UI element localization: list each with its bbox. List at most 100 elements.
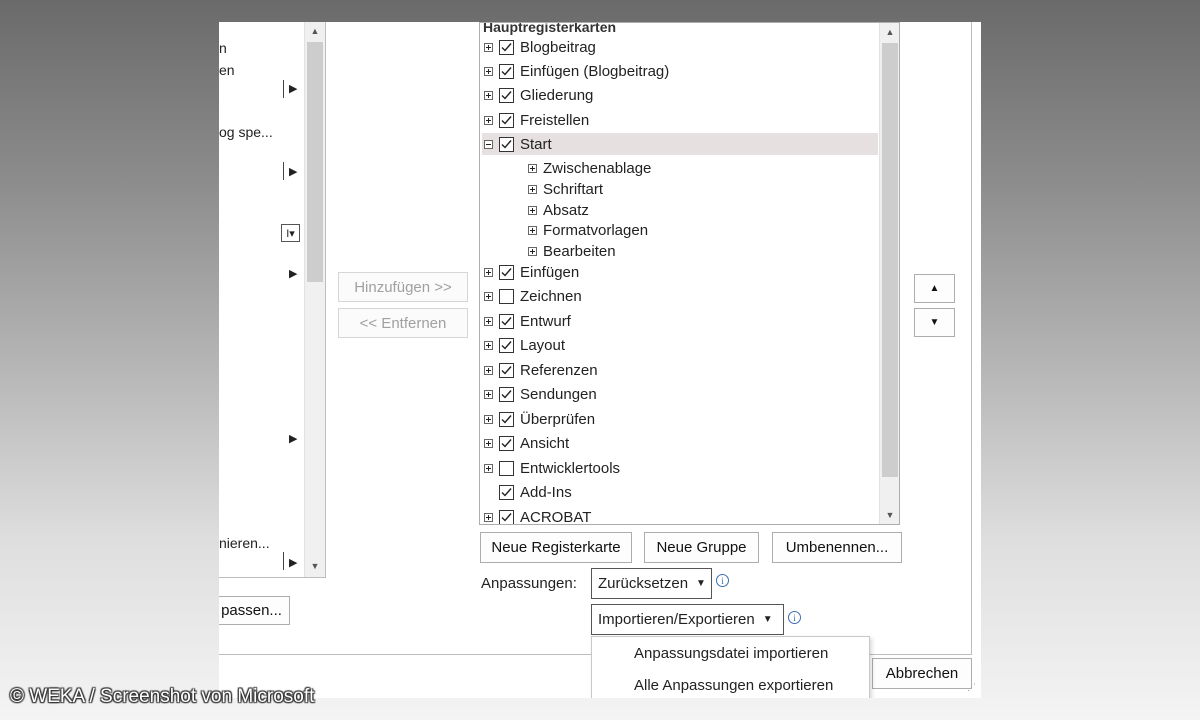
tree-row-label: Sendungen	[520, 385, 597, 403]
tree-subgroup-row[interactable]: Zwischenablage	[528, 158, 651, 178]
tab-checkbox[interactable]	[499, 87, 514, 103]
new-group-button[interactable]: Neue Gruppe	[644, 532, 759, 563]
expand-icon[interactable]	[484, 115, 493, 125]
text-cursor-dropdown-icon[interactable]: I▾	[281, 224, 300, 242]
expand-icon[interactable]	[484, 512, 493, 522]
left-list-item[interactable]: og spe...	[219, 124, 273, 140]
left-scrollbar[interactable]: ▲ ▼	[304, 22, 325, 577]
expand-icon[interactable]	[484, 316, 493, 326]
tree-row-label: Formatvorlagen	[543, 221, 649, 239]
tree-tab-row[interactable]: Entwicklertools	[484, 457, 620, 479]
tree-tab-row[interactable]: Referenzen	[484, 359, 598, 381]
menu-item-import[interactable]: Anpassungsdatei importieren	[634, 645, 828, 662]
left-list-item[interactable]: en	[219, 62, 235, 78]
scroll-thumb[interactable]	[882, 43, 898, 477]
cancel-button[interactable]: Abbrechen	[872, 658, 972, 689]
tab-checkbox[interactable]	[499, 435, 514, 451]
tree-subgroup-row[interactable]: Bearbeiten	[528, 241, 616, 261]
expand-icon[interactable]	[528, 163, 537, 173]
tree-subgroup-row[interactable]: Formatvorlagen	[528, 220, 648, 240]
info-icon[interactable]: i	[716, 574, 729, 587]
tab-checkbox[interactable]	[499, 39, 514, 55]
tree-tab-row[interactable]: Sendungen	[484, 383, 597, 405]
tree-scrollbar[interactable]: ▲ ▼	[879, 23, 899, 524]
expand-icon[interactable]	[484, 389, 493, 399]
new-tab-button[interactable]: Neue Registerkarte	[480, 532, 632, 563]
expand-icon[interactable]	[484, 414, 493, 424]
collapse-icon[interactable]	[484, 139, 493, 149]
tab-checkbox[interactable]	[499, 337, 514, 353]
tree-tab-row[interactable]: Einfügen	[484, 261, 579, 283]
expand-icon[interactable]	[484, 267, 493, 277]
tab-checkbox[interactable]	[499, 484, 514, 500]
expand-icon[interactable]	[484, 365, 493, 375]
list-right-border	[325, 22, 326, 578]
info-icon[interactable]: i	[788, 611, 801, 624]
tab-checkbox[interactable]	[499, 411, 514, 427]
expand-icon[interactable]	[484, 340, 493, 350]
expand-icon[interactable]	[528, 184, 537, 194]
left-list-item[interactable]: nieren...	[219, 535, 270, 551]
move-up-button[interactable]: ▲	[914, 274, 955, 303]
expand-icon[interactable]	[528, 225, 537, 235]
expand-icon[interactable]	[484, 291, 493, 301]
tree-subgroup-row[interactable]: Absatz	[528, 200, 589, 220]
tab-checkbox[interactable]	[499, 63, 514, 79]
tab-checkbox[interactable]	[499, 460, 514, 476]
tree-tab-row[interactable]: Ansicht	[484, 432, 569, 454]
expand-icon[interactable]	[484, 463, 493, 473]
expand-icon[interactable]	[528, 246, 537, 256]
tab-checkbox[interactable]	[499, 509, 514, 524]
tree-tab-row[interactable]: Freistellen	[484, 109, 589, 131]
submenu-arrow-icon: ▶	[289, 557, 298, 569]
resize-grip-icon[interactable]: ⋰	[967, 682, 976, 693]
expand-icon[interactable]	[484, 66, 493, 76]
expand-icon[interactable]	[528, 205, 537, 215]
move-down-button[interactable]: ▼	[914, 308, 955, 337]
expand-icon[interactable]	[484, 90, 493, 100]
tree-row-label: Start	[520, 135, 552, 153]
reset-dropdown[interactable]: Zurücksetzen ▼	[591, 568, 712, 599]
tab-checkbox[interactable]	[499, 112, 514, 128]
tree-row-label: Layout	[520, 336, 566, 354]
scroll-up-icon[interactable]: ▲	[880, 23, 899, 41]
tree-tab-row[interactable]: Layout	[484, 334, 565, 356]
arrow-down-icon: ▼	[929, 317, 940, 328]
tree-tab-row[interactable]: Start	[482, 133, 878, 155]
split-divider	[283, 552, 284, 570]
remove-button[interactable]: << Entfernen	[338, 308, 468, 338]
rename-button[interactable]: Umbenennen...	[772, 532, 902, 563]
tree-tab-row[interactable]: Entwurf	[484, 310, 571, 332]
scroll-down-icon[interactable]: ▼	[880, 506, 899, 524]
add-button[interactable]: Hinzufügen >>	[338, 272, 468, 302]
tree-tab-row[interactable]: Add-Ins	[484, 481, 572, 503]
customize-shortcuts-button[interactable]: passen...	[219, 596, 290, 625]
tree-subgroup-row[interactable]: Schriftart	[528, 179, 603, 199]
scroll-thumb[interactable]	[307, 42, 323, 282]
menu-item-export[interactable]: Alle Anpassungen exportieren	[634, 677, 833, 694]
tab-checkbox[interactable]	[499, 288, 514, 304]
tab-checkbox[interactable]	[499, 362, 514, 378]
tab-checkbox[interactable]	[499, 264, 514, 280]
tree-row-label: Gliederung	[520, 86, 594, 104]
tree-tab-row[interactable]: Einfügen (Blogbeitrag)	[484, 60, 669, 82]
import-export-dropdown[interactable]: Importieren/Exportieren ▼	[591, 604, 784, 635]
customizations-label: Anpassungen:	[481, 575, 577, 592]
chevron-down-icon: ▼	[696, 578, 706, 589]
expand-icon[interactable]	[484, 438, 493, 448]
tab-checkbox[interactable]	[499, 136, 514, 152]
scroll-up-icon[interactable]: ▲	[305, 22, 325, 40]
tab-checkbox[interactable]	[499, 313, 514, 329]
scroll-down-icon[interactable]: ▼	[305, 557, 325, 575]
left-list-item[interactable]: n	[219, 40, 227, 56]
tree-tab-row[interactable]: Blogbeitrag	[484, 36, 596, 58]
tree-tab-row[interactable]: Gliederung	[484, 84, 593, 106]
tab-checkbox[interactable]	[499, 386, 514, 402]
tree-tab-row[interactable]: ACROBAT	[484, 506, 591, 524]
import-export-menu: Anpassungsdatei importieren Alle Anpassu…	[591, 636, 870, 698]
expand-icon[interactable]	[484, 42, 493, 52]
tree-tab-row[interactable]: Zeichnen	[484, 285, 582, 307]
tree-tab-row[interactable]: Überprüfen	[484, 408, 595, 430]
ribbon-tabs-tree[interactable]: Hauptregisterkarten Blogbeitrag Einfügen …	[479, 22, 900, 525]
